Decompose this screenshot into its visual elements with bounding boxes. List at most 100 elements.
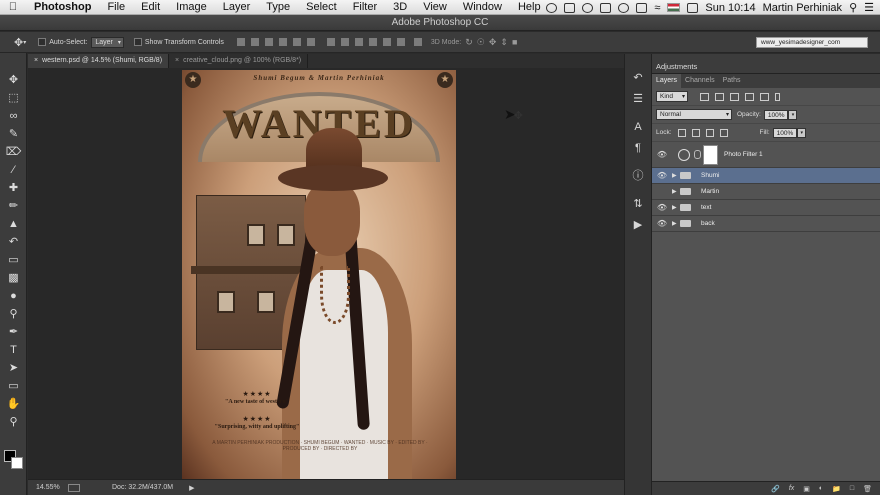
new-group-icon[interactable]: 📁 xyxy=(832,485,841,493)
auto-select-checkbox[interactable] xyxy=(38,38,47,46)
transform-controls-checkbox[interactable] xyxy=(133,38,142,46)
3d-roll-icon[interactable]: ☉ xyxy=(477,37,485,48)
layer-martin[interactable]: 👁 ▶ Martin xyxy=(652,184,880,200)
pen-tool-icon[interactable]: ✒ xyxy=(3,323,24,341)
opacity-slider-icon[interactable]: ▾ xyxy=(788,109,798,120)
display-icon[interactable] xyxy=(636,2,648,13)
menu-edit[interactable]: Edit xyxy=(133,1,168,13)
align-top-icon[interactable] xyxy=(236,38,245,46)
menu-user[interactable]: Martin Perhiniak xyxy=(763,2,842,14)
brush-tool-icon[interactable]: ✏ xyxy=(3,197,24,215)
filter-toggle-icon[interactable] xyxy=(775,92,781,101)
tab-channels[interactable]: Channels xyxy=(681,74,719,88)
filter-type-icon[interactable] xyxy=(730,92,740,101)
preview-icon[interactable] xyxy=(68,483,80,492)
info-panel-icon[interactable]: ⓘ xyxy=(629,168,647,184)
clone-stamp-tool-icon[interactable]: ▲ xyxy=(3,215,24,233)
3d-slide-icon[interactable]: ⇕ xyxy=(500,37,508,48)
filter-pixel-icon[interactable] xyxy=(700,92,710,101)
visibility-eye-icon[interactable]: 👁 xyxy=(652,187,672,196)
menu-window[interactable]: Window xyxy=(455,1,510,13)
menu-view[interactable]: View xyxy=(415,1,455,13)
3d-rotate-icon[interactable]: ↻ xyxy=(465,37,473,48)
add-mask-icon[interactable]: ▣ xyxy=(803,485,810,493)
gradient-tool-icon[interactable]: ▩ xyxy=(3,269,24,287)
layer-shumi[interactable]: 👁 ▶ Shumi xyxy=(652,168,880,184)
kind-filter-dropdown[interactable]: Kind xyxy=(656,91,689,102)
dropbox-icon[interactable] xyxy=(582,2,594,13)
expand-group-icon[interactable]: ▶ xyxy=(672,188,680,195)
menu-type[interactable]: Type xyxy=(258,1,298,13)
visibility-eye-icon[interactable]: 👁 xyxy=(652,219,672,228)
lock-transparent-icon[interactable] xyxy=(677,128,686,137)
history-brush-tool-icon[interactable]: ↶ xyxy=(3,233,24,251)
adjustments-header[interactable]: Adjustments xyxy=(652,54,880,74)
menu-clock[interactable]: Sun 10:14 xyxy=(705,2,755,14)
creative-cloud-icon[interactable] xyxy=(546,2,558,13)
filter-adjustment-icon[interactable] xyxy=(715,92,725,101)
filter-smart-object-icon[interactable] xyxy=(760,92,770,101)
preset-dropdown-icon[interactable]: ▾ xyxy=(23,39,26,46)
character-panel-icon[interactable]: A xyxy=(629,119,647,135)
close-tab-icon[interactable]: × xyxy=(175,57,179,64)
zoom-level[interactable]: 14.55% xyxy=(28,484,62,491)
layer-style-icon[interactable]: fx xyxy=(789,485,794,492)
expand-group-icon[interactable]: ▶ xyxy=(672,204,680,211)
actions-panel-icon[interactable]: ▶ xyxy=(629,217,647,233)
screen-icon[interactable] xyxy=(564,2,576,13)
layer-back[interactable]: 👁 ▶ back xyxy=(652,216,880,232)
document-canvas[interactable]: ★ ★ Shumi Begum & Martin Perhiniak WANTE… xyxy=(28,68,624,479)
marquee-tool-icon[interactable]: ⬚ xyxy=(3,89,24,107)
visibility-eye-icon[interactable]: 👁 xyxy=(652,203,672,212)
status-menu-arrow-icon[interactable]: ▶ xyxy=(189,484,194,492)
opacity-value[interactable]: 100% xyxy=(763,109,789,120)
eyedropper-tool-icon[interactable]: ⁄ xyxy=(3,161,24,179)
link-layers-icon[interactable]: 🔗 xyxy=(771,485,780,493)
layer-text[interactable]: 👁 ▶ text xyxy=(652,200,880,216)
menu-filter[interactable]: Filter xyxy=(345,1,385,13)
move-tool-icon[interactable]: ✥ xyxy=(3,71,24,89)
quick-select-tool-icon[interactable]: ✎ xyxy=(3,125,24,143)
lock-position-icon[interactable] xyxy=(705,128,714,137)
delete-layer-icon[interactable]: 🗑 xyxy=(863,485,872,493)
align-bottom-icon[interactable] xyxy=(264,38,273,46)
align-vcenter-icon[interactable] xyxy=(250,38,259,46)
fill-slider-icon[interactable]: ▾ xyxy=(797,127,807,138)
adjust-panel-icon[interactable]: ☰ xyxy=(629,91,647,107)
lasso-tool-icon[interactable]: ∞ xyxy=(3,107,24,125)
visibility-eye-icon[interactable]: 👁 xyxy=(652,150,672,159)
close-tab-icon[interactable]: × xyxy=(34,57,38,64)
visibility-eye-icon[interactable]: 👁 xyxy=(652,171,672,180)
distribute-top-icon[interactable] xyxy=(326,38,335,46)
blend-mode-dropdown[interactable]: Normal xyxy=(656,109,732,120)
clone-source-icon[interactable]: ⇅ xyxy=(629,196,647,212)
time-machine-icon[interactable] xyxy=(618,2,630,13)
type-tool-icon[interactable]: T xyxy=(3,341,24,359)
menu-app-name[interactable]: Photoshop xyxy=(26,1,99,13)
spotlight-icon[interactable]: ⚲ xyxy=(849,1,857,14)
auto-select-dropdown[interactable]: Layer xyxy=(91,36,124,48)
wanted-poster-image[interactable]: ★ ★ Shumi Begum & Martin Perhiniak WANTE… xyxy=(182,70,456,479)
new-layer-icon[interactable]: □ xyxy=(850,485,854,492)
fill-value[interactable]: 100% xyxy=(772,127,798,138)
align-right-icon[interactable] xyxy=(306,38,315,46)
wifi-icon[interactable]: ≈ xyxy=(654,2,660,14)
notification-center-icon[interactable]: ☰ xyxy=(864,1,874,14)
link-icon[interactable] xyxy=(694,150,701,159)
align-left-icon[interactable] xyxy=(278,38,287,46)
menu-layer[interactable]: Layer xyxy=(215,1,259,13)
eraser-tool-icon[interactable]: ▭ xyxy=(3,251,24,269)
distribute-left-icon[interactable] xyxy=(368,38,377,46)
expand-group-icon[interactable]: ▶ xyxy=(672,172,680,179)
auto-align-icon[interactable] xyxy=(413,38,422,46)
input-source-flag-icon[interactable] xyxy=(667,3,681,12)
tab-creative-cloud[interactable]: × creative_cloud.png @ 100% (RGB/8*) xyxy=(169,54,309,68)
new-adjustment-icon[interactable]: ◐ xyxy=(819,485,823,492)
tab-paths[interactable]: Paths xyxy=(719,74,745,88)
layer-mask-thumbnail[interactable] xyxy=(703,144,718,165)
align-hcenter-icon[interactable] xyxy=(292,38,301,46)
paragraph-panel-icon[interactable]: ¶ xyxy=(629,140,647,156)
expand-group-icon[interactable]: ▶ xyxy=(672,220,680,227)
blur-tool-icon[interactable]: ● xyxy=(3,287,24,305)
hand-tool-icon[interactable]: ✋ xyxy=(3,395,24,413)
